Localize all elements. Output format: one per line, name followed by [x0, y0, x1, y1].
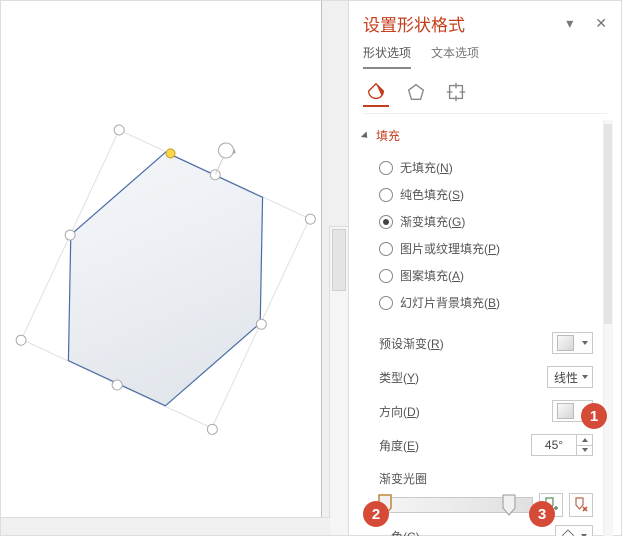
fill-slidebg-radio[interactable]: 幻灯片背景填充(B): [379, 289, 593, 316]
gradient-stop[interactable]: [502, 494, 514, 514]
angle-increase[interactable]: [577, 435, 592, 445]
gradient-type-combo[interactable]: 线性: [547, 366, 593, 388]
fill-picture-radio[interactable]: 图片或纹理填充(P): [379, 235, 593, 262]
pane-vertical-scrollbar[interactable]: [603, 120, 613, 536]
gradient-stops-label: 渐变光圈: [379, 470, 593, 487]
gradient-stops-track[interactable]: [379, 497, 533, 513]
close-icon[interactable]: ✕: [595, 15, 607, 32]
gradient-angle-spinner[interactable]: [531, 434, 593, 456]
remove-gradient-stop[interactable]: [569, 493, 593, 517]
preset-gradient-label: 预设渐变(R): [379, 335, 444, 352]
pane-title: 设置形状格式: [363, 11, 465, 36]
size-properties-tab[interactable]: [443, 79, 469, 107]
gradient-direction-picker[interactable]: [552, 400, 593, 422]
angle-decrease[interactable]: [577, 445, 592, 456]
fill-gradient-radio[interactable]: 渐变填充(G): [379, 208, 593, 235]
fill-section-header[interactable]: 填充: [363, 127, 593, 144]
tab-text-options[interactable]: 文本选项: [431, 44, 479, 69]
fill-solid-radio[interactable]: 纯色填充(S): [379, 181, 593, 208]
gradient-direction-label: 方向(D): [379, 403, 420, 420]
fill-pattern-radio[interactable]: 图案填充(A): [379, 262, 593, 289]
format-shape-pane: 设置形状格式 ▾ ✕ 形状选项 文本选项: [349, 1, 621, 535]
gradient-stop[interactable]: [378, 494, 390, 514]
slide-canvas[interactable]: [1, 1, 349, 535]
gradient-color-picker[interactable]: [555, 525, 593, 536]
fill-none-radio[interactable]: 无填充(N): [379, 154, 593, 181]
gradient-color-label: 颜色(C): [379, 528, 420, 536]
gradient-angle-label: 角度(E): [379, 437, 419, 454]
fill-and-line-tab[interactable]: [363, 79, 389, 107]
preset-gradient-picker[interactable]: [552, 332, 593, 354]
canvas-vertical-scrollbar[interactable]: [329, 226, 348, 535]
tab-shape-options[interactable]: 形状选项: [363, 44, 411, 69]
gradient-angle-input[interactable]: [532, 437, 576, 453]
add-gradient-stop[interactable]: [539, 493, 563, 517]
effects-tab[interactable]: [403, 79, 429, 107]
gradient-type-label: 类型(Y): [379, 369, 419, 386]
pane-dropdown-icon[interactable]: ▾: [566, 15, 573, 32]
